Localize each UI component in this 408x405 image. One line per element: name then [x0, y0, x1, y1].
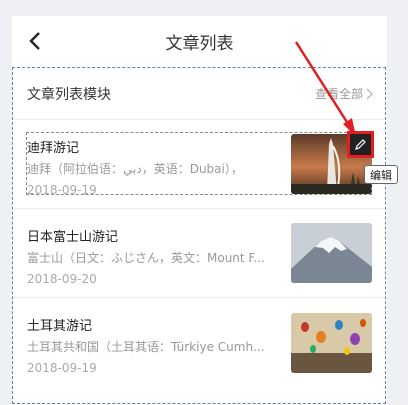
article-item[interactable]: 迪拜游记 迪拜（阿拉伯语：دبي，英语：Dubai）， 2018-09-19 — [13, 120, 385, 209]
phone-screen: 文章列表 文章列表模块 查看全部 迪拜游记 迪拜（阿拉伯语：دبي，英语：Dub… — [12, 16, 387, 405]
edit-tooltip: 编辑 — [364, 165, 398, 184]
back-button[interactable] — [22, 28, 48, 54]
chevron-left-icon — [29, 32, 40, 50]
view-all-link[interactable]: 查看全部 — [315, 85, 373, 102]
article-date: 2018-09-19 — [27, 361, 97, 375]
article-title: 土耳其游记 — [27, 319, 93, 334]
article-summary: 土耳其共和国（土耳其语：Türkiye Cumh... — [27, 340, 265, 354]
page-title: 文章列表 — [165, 33, 234, 54]
chevron-right-icon — [366, 88, 373, 99]
article-item[interactable]: 日本富士山游记 富士山（日文：ふじさん，英文：Mount F... 2018-0… — [13, 209, 385, 298]
article-list-module[interactable]: 文章列表模块 查看全部 迪拜游记 迪拜（阿拉伯语：دبي，英语：Dubai）， … — [12, 67, 386, 404]
page-header: 文章列表 — [12, 16, 387, 66]
view-all-label: 查看全部 — [314, 87, 363, 101]
article-item[interactable]: 土耳其游记 土耳其共和国（土耳其语：Türkiye Cumh... 2018-0… — [13, 298, 385, 387]
article-title: 日本富士山游记 — [27, 230, 119, 245]
article-date: 2018-09-19 — [27, 183, 97, 197]
article-summary: 富士山（日文：ふじさん，英文：Mount F... — [27, 251, 265, 265]
pencil-icon — [355, 139, 366, 150]
edit-button[interactable] — [347, 131, 374, 158]
mount-fuji-photo — [291, 223, 372, 283]
module-header: 文章列表模块 查看全部 — [13, 68, 385, 120]
article-summary: 迪拜（阿拉伯语：دبي，英语：Dubai）， — [27, 162, 243, 176]
article-date: 2018-09-20 — [27, 272, 97, 286]
article-title: 迪拜游记 — [27, 141, 80, 156]
module-title: 文章列表模块 — [27, 87, 111, 103]
hot-air-balloons-photo — [291, 313, 372, 373]
